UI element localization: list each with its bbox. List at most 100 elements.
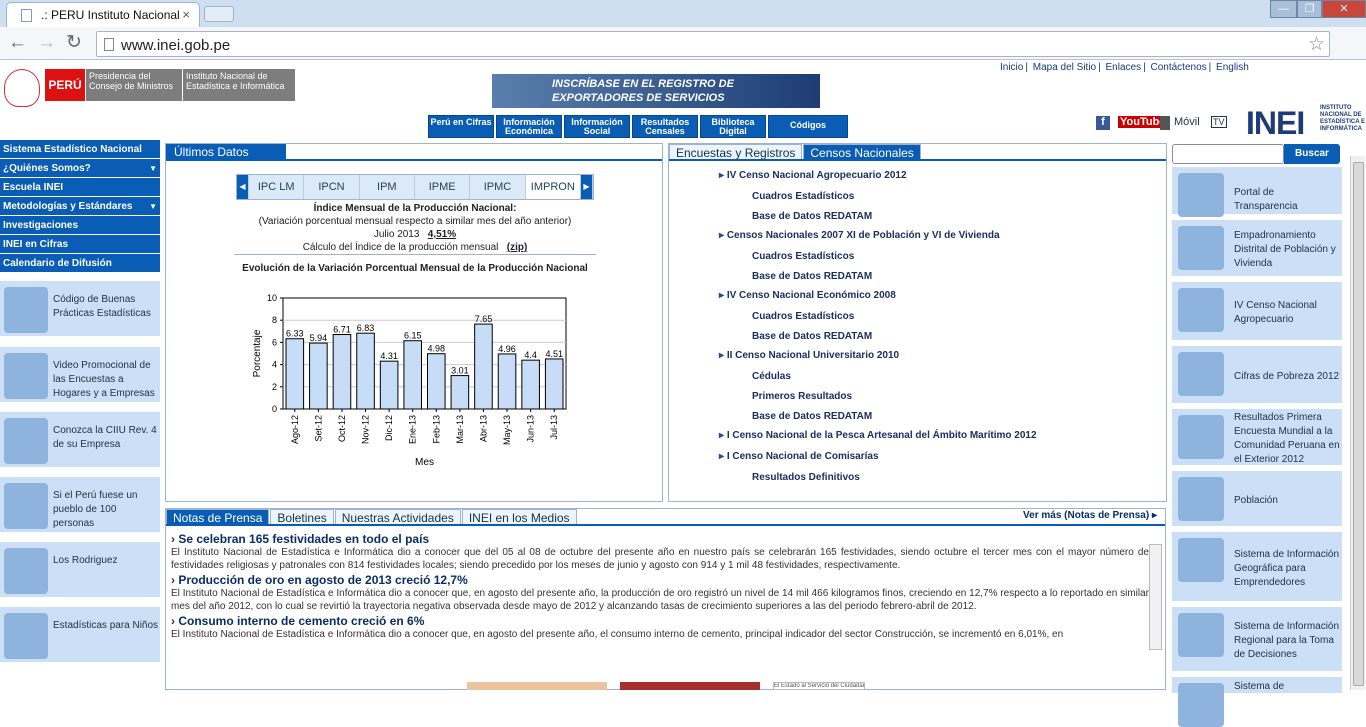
tab-ipme[interactable]: IPME <box>415 175 471 199</box>
close-tab-icon[interactable]: × <box>182 7 190 22</box>
nav-peru-en-cifras[interactable]: Perú en Cifras <box>428 115 494 138</box>
nav-resultados-censales[interactable]: Resultados Censales <box>632 115 698 138</box>
left-feature-box[interactable]: Video Promocional de las Encuestas a Hog… <box>0 347 160 406</box>
censo-sublink[interactable]: Base de Datos REDATAM <box>752 411 872 422</box>
censo-sublink[interactable]: Primeros Resultados <box>752 391 852 402</box>
right-feature-box[interactable]: IV Censo Nacional Agropecuario <box>1172 282 1342 344</box>
right-feature-box[interactable]: Sistema de Información Geográfica para E… <box>1172 532 1342 605</box>
censo-sublink[interactable]: Base de Datos REDATAM <box>752 271 872 282</box>
tab-ipcn[interactable]: IPCN <box>304 175 360 199</box>
link-enlaces[interactable]: Enlaces <box>1106 62 1142 73</box>
reload-icon[interactable]: ↻ <box>66 32 82 54</box>
leftnav-label: Metodologías y Estándares <box>3 201 133 212</box>
pcm-logo[interactable]: Presidencia del Consejo de Ministros <box>86 69 182 101</box>
left-feature-box[interactable]: Código de Buenas Prácticas Estadísticas <box>0 281 160 340</box>
tabs-next-icon[interactable]: ▶ <box>580 175 593 199</box>
tab-impron[interactable]: IMPRON <box>525 175 581 199</box>
movil-link[interactable]: Móvil <box>1174 116 1200 128</box>
link-mapa[interactable]: Mapa del Sitio <box>1033 62 1096 73</box>
censo-title-link[interactable]: II Censo Nacional Universitario 2010 <box>719 350 899 361</box>
notas-scrollbar[interactable] <box>1149 544 1162 650</box>
exporters-banner[interactable]: INSCRÍBASE EN EL REGISTRO DE EXPORTADORE… <box>492 74 820 108</box>
nav-codigos[interactable]: Códigos <box>768 115 848 138</box>
right-feature-box[interactable]: Portal de Transparencia <box>1172 167 1342 218</box>
address-bar[interactable]: www.inei.gob.pe ☆ <box>96 31 1330 57</box>
nav-informacion-economica[interactable]: Información Económica <box>496 115 562 138</box>
press-headline[interactable]: Consumo interno de cemento creció en 6% <box>171 615 1149 628</box>
search-input[interactable] <box>1172 144 1284 164</box>
censo-sublink[interactable]: Cuadros Estadísticos <box>752 251 854 262</box>
leftnav-item[interactable]: Investigaciones <box>0 216 160 235</box>
browser-tab[interactable]: .: PERU Instituto Nacional × <box>6 2 200 27</box>
censo-sublink[interactable]: Cuadros Estadísticos <box>752 191 854 202</box>
tv-icon[interactable]: TV <box>1211 116 1227 128</box>
maximize-button[interactable]: ❐ <box>1297 0 1322 18</box>
censo-title-link[interactable]: IV Censo Nacional Económico 2008 <box>719 290 896 301</box>
new-tab-button[interactable] <box>204 6 234 22</box>
censo-sublink[interactable]: Base de Datos REDATAM <box>752 331 872 342</box>
censo-title-link[interactable]: I Censo Nacional de Comisarías <box>719 451 879 462</box>
bar <box>403 340 423 410</box>
right-feature-box[interactable]: Resultados Primera Encuesta Mundial a la… <box>1172 409 1342 469</box>
tabs-prev-icon[interactable]: ◀ <box>237 175 249 199</box>
nav-informacion-social[interactable]: Información Social <box>564 115 630 138</box>
ver-mas-link[interactable]: Ver más (Notas de Prensa) ▸ <box>1023 510 1157 521</box>
url-text[interactable]: www.inei.gob.pe <box>121 37 230 54</box>
right-feature-box[interactable]: Cifras de Pobreza 2012 <box>1172 346 1342 407</box>
right-feature-box[interactable]: Población <box>1172 471 1342 530</box>
censo-sublink[interactable]: Resultados Definitivos <box>752 472 860 483</box>
censo-sublink[interactable]: Cédulas <box>752 371 791 382</box>
bookmark-star-icon[interactable]: ☆ <box>1308 33 1325 56</box>
footer-banner-1[interactable] <box>467 682 607 690</box>
page-scrollbar[interactable] <box>1350 156 1365 690</box>
censo-sublink[interactable]: Base de Datos REDATAM <box>752 211 872 222</box>
facebook-icon[interactable]: f <box>1096 116 1110 130</box>
tab-ipmc[interactable]: IPMC <box>470 175 526 199</box>
indice-value[interactable]: 4,51% <box>428 229 456 240</box>
search-box: Buscar <box>1172 144 1342 164</box>
leftnav-item[interactable]: INEI en Cifras <box>0 235 160 254</box>
left-feature-box[interactable]: Conozca la CIIU Rev. 4 de su Empresa <box>0 412 160 471</box>
data-label: 4.4 <box>524 350 537 360</box>
feature-label: Estadísticas para Niños <box>53 620 159 631</box>
left-feature-box[interactable]: Si el Perú fuese un pueblo de 100 person… <box>0 477 160 536</box>
close-window-button[interactable]: ✕ <box>1322 0 1366 18</box>
leftnav-item[interactable]: Sistema Estadístico Nacional <box>0 140 160 159</box>
link-inicio[interactable]: Inicio <box>1000 62 1023 73</box>
nav-biblioteca-digital[interactable]: Biblioteca Digital <box>700 115 766 138</box>
link-contactenos[interactable]: Contáctenos <box>1150 62 1206 73</box>
inei-logo[interactable]: INEI <box>1246 105 1305 142</box>
footer-banner-3[interactable]: El Estado al Servicio del Ciudadano <box>773 682 865 690</box>
footer-banner-2[interactable] <box>620 682 760 690</box>
censo-title-link[interactable]: Censos Nacionales 2007 XI de Población y… <box>719 230 1000 241</box>
feature-icon <box>1178 352 1224 396</box>
press-headline[interactable]: Producción de oro en agosto de 2013 crec… <box>171 574 1149 587</box>
left-feature-box[interactable]: Los Rodriguez <box>0 542 160 601</box>
censo-title-link[interactable]: IV Censo Nacional Agropecuario 2012 <box>719 170 907 181</box>
peru-logo[interactable]: PERÚ <box>45 69 85 101</box>
leftnav-item[interactable]: Escuela INEI <box>0 178 160 197</box>
leftnav-item[interactable]: Metodologías y Estándares ▼ <box>0 197 160 216</box>
minimize-button[interactable]: — <box>1270 0 1297 18</box>
zip-link[interactable]: (zip) <box>507 242 528 253</box>
back-icon[interactable]: ← <box>8 32 27 54</box>
left-feature-box[interactable]: Estadísticas para Niños <box>0 607 160 666</box>
leftnav-item[interactable]: ¿Quiénes Somos? ▼ <box>0 159 160 178</box>
right-feature-box[interactable]: Empadronamiento Distrital de Población y… <box>1172 220 1342 280</box>
leftnav-item[interactable]: Calendario de Difusión <box>0 254 160 273</box>
link-english[interactable]: English <box>1216 62 1249 73</box>
right-feature-box[interactable]: Sistema de <box>1172 677 1342 727</box>
censos-panel: Encuestas y Registros Censos Nacionales … <box>668 143 1167 502</box>
search-button[interactable]: Buscar <box>1284 144 1340 164</box>
censo-title-link[interactable]: I Censo Nacional de la Pesca Artesanal d… <box>719 430 1037 441</box>
censo-sublink[interactable]: Cuadros Estadísticos <box>752 311 854 322</box>
right-feature-box[interactable]: Sistema de Información Regional para la … <box>1172 607 1342 675</box>
tab-ipm[interactable]: IPM <box>360 175 415 199</box>
forward-icon[interactable]: → <box>37 32 56 54</box>
press-headline[interactable]: Se celebran 165 festividades en todo el … <box>171 533 1149 546</box>
tab-ipc-lm[interactable]: IPC LM <box>249 175 305 199</box>
press-summary: El Instituto Nacional de Estadística e I… <box>171 629 1064 640</box>
mobile-icon[interactable] <box>1160 116 1170 130</box>
inei-header-logo[interactable]: Instituto Nacional de Estadística e Info… <box>183 69 295 101</box>
scrollbar-thumb[interactable] <box>1353 162 1364 686</box>
